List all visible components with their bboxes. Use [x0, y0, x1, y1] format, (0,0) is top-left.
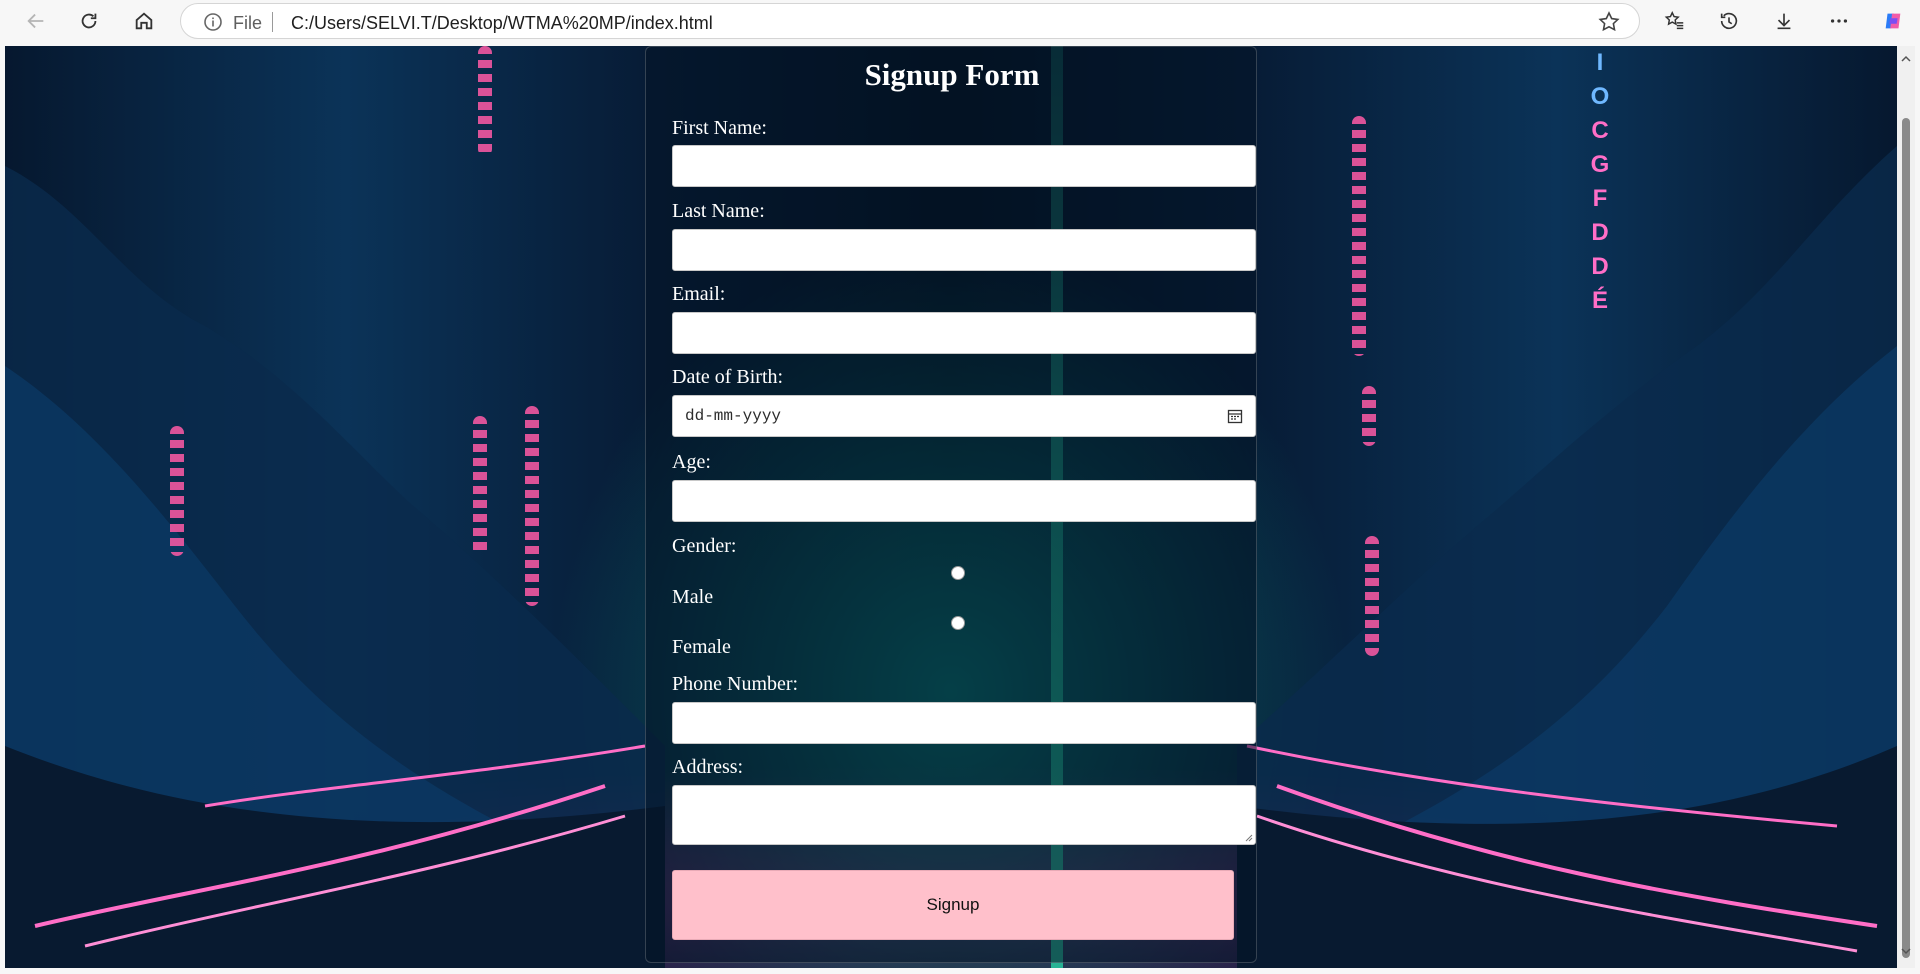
scroll-up-arrow-icon[interactable] — [1901, 54, 1911, 64]
glowing-letters: I O C G F D D É — [1585, 46, 1615, 318]
address-bar[interactable]: File C:/Users/SELVI.T/Desktop/WTMA%20MP/… — [180, 3, 1640, 39]
page-viewport: I O C G F D D É Signup Form First Name: … — [5, 46, 1897, 968]
first-name-label: First Name: — [672, 117, 767, 139]
glow-letter: G — [1590, 151, 1610, 178]
glow-letter: F — [1592, 185, 1608, 212]
code-rain-column — [1352, 116, 1366, 356]
age-input[interactable] — [672, 480, 1256, 522]
scroll-down-arrow-icon[interactable] — [1901, 946, 1911, 956]
last-name-label: Last Name: — [672, 200, 765, 222]
glow-letter: D — [1591, 219, 1609, 246]
phone-label: Phone Number: — [672, 673, 799, 695]
resize-handle-icon[interactable] — [1243, 832, 1253, 842]
email-input[interactable] — [672, 312, 1256, 354]
age-label: Age: — [672, 451, 711, 473]
phone-input[interactable] — [672, 702, 1256, 744]
back-icon[interactable] — [20, 6, 52, 36]
code-rain-column — [525, 406, 539, 606]
code-rain-column — [1365, 536, 1379, 656]
address-textarea[interactable] — [672, 785, 1256, 845]
dob-label: Date of Birth: — [672, 366, 784, 388]
gender-female-label: Female — [672, 636, 731, 658]
favorites-icon[interactable] — [1659, 6, 1691, 36]
code-rain-column — [1362, 386, 1376, 446]
glow-letter: I — [1596, 49, 1604, 76]
first-name-input[interactable] — [672, 145, 1256, 187]
email-label: Email: — [672, 283, 726, 305]
address-label: Address: — [672, 756, 744, 778]
gender-female-radio[interactable] — [951, 616, 965, 630]
scheme-label: File — [233, 13, 263, 33]
code-rain-column — [478, 46, 492, 156]
browser-toolbar: File C:/Users/SELVI.T/Desktop/WTMA%20MP/… — [0, 0, 1920, 43]
code-rain-column — [170, 426, 184, 556]
download-icon[interactable] — [1768, 6, 1800, 36]
form-title: Signup Form — [864, 57, 1040, 92]
dob-placeholder: dd-mm-yyyy — [685, 407, 782, 425]
history-icon[interactable] — [1713, 6, 1745, 36]
right-rock-terrain — [1237, 146, 1897, 968]
url-text[interactable]: C:/Users/SELVI.T/Desktop/WTMA%20MP/index… — [291, 13, 713, 34]
address-divider — [272, 12, 273, 32]
glow-letter: O — [1590, 83, 1610, 110]
glow-letter: D — [1591, 253, 1609, 280]
gender-label: Gender: — [672, 535, 737, 557]
more-icon[interactable] — [1823, 6, 1855, 36]
refresh-icon[interactable] — [73, 6, 105, 36]
gender-male-radio[interactable] — [951, 566, 965, 580]
signup-form-panel: Signup Form First Name: Last Name: Email… — [645, 46, 1257, 963]
home-icon[interactable] — [128, 6, 160, 36]
scrollbar-thumb[interactable] — [1902, 118, 1910, 958]
star-icon[interactable] — [1597, 10, 1621, 34]
glow-letter: É — [1591, 287, 1608, 314]
gender-male-label: Male — [672, 586, 714, 608]
glow-letter: C — [1591, 117, 1609, 144]
copilot-icon[interactable] — [1877, 6, 1909, 36]
calendar-icon[interactable] — [1227, 408, 1243, 424]
code-rain-column — [473, 416, 487, 556]
left-rock-terrain — [5, 166, 665, 968]
info-icon[interactable] — [203, 12, 223, 32]
dob-input[interactable]: dd-mm-yyyy — [672, 395, 1256, 437]
signup-button[interactable]: Signup — [672, 870, 1234, 940]
last-name-input[interactable] — [672, 229, 1256, 271]
vertical-scrollbar[interactable] — [1897, 46, 1915, 968]
